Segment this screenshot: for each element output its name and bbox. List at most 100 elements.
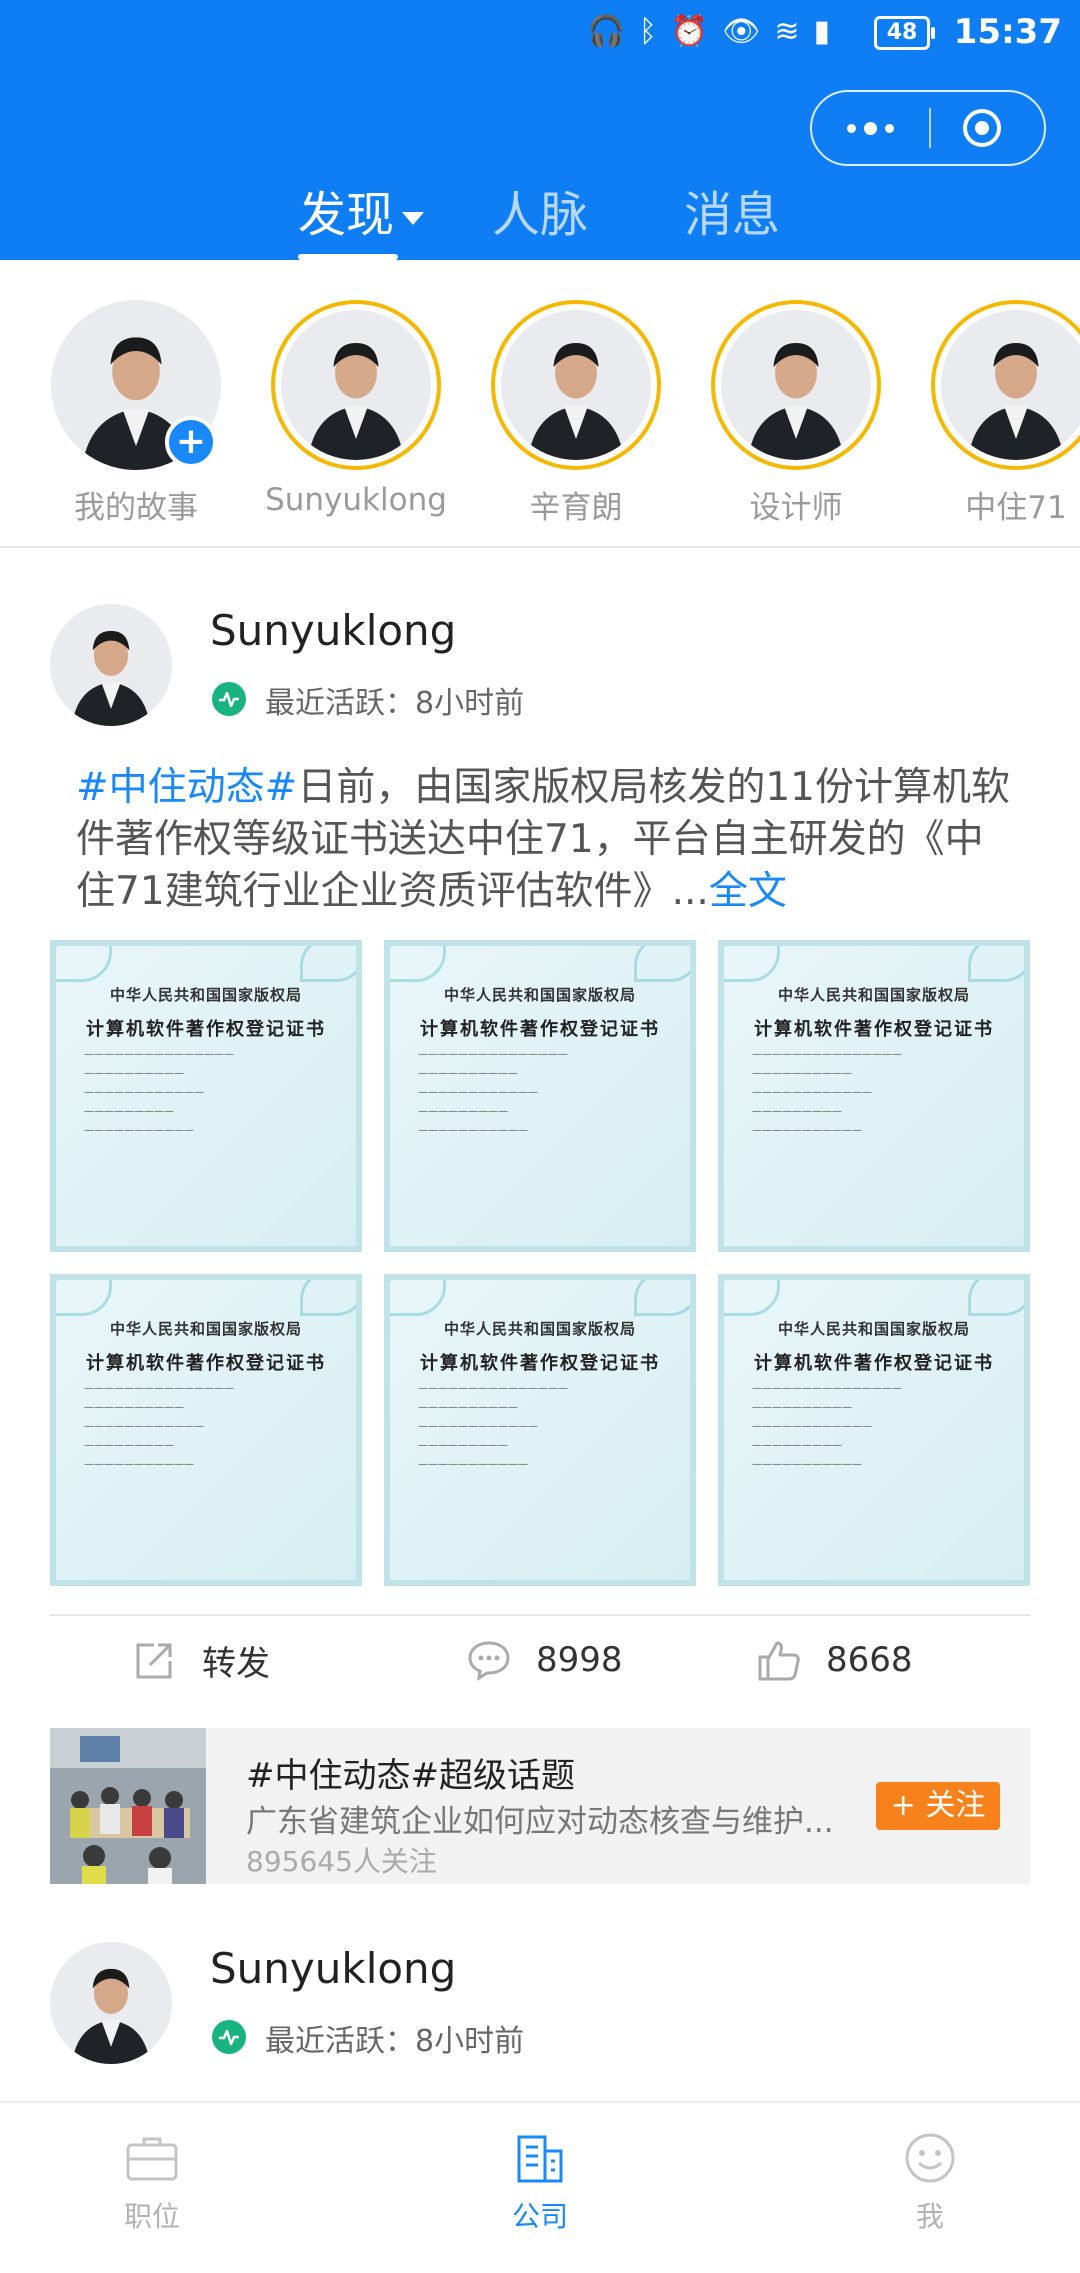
- alarm-icon: ⏰: [670, 14, 709, 49]
- story-item[interactable]: 中住71: [906, 300, 1080, 527]
- miniapp-capsule: [810, 90, 1046, 166]
- certificate-line: ———————————————: [752, 1049, 902, 1060]
- briefcase-icon: [126, 2137, 178, 2181]
- close-miniapp-icon[interactable]: [960, 106, 1004, 150]
- follow-button[interactable]: + 关注: [876, 1782, 1000, 1830]
- certificate-image[interactable]: 中华人民共和国国家版权局 计算机软件著作权登记证书 ——————————————…: [718, 940, 1030, 1252]
- tab-messages[interactable]: 消息: [684, 180, 780, 250]
- person-avatar-icon: [721, 310, 871, 460]
- certificate-title: 计算机软件著作权登记证书: [420, 1019, 660, 1040]
- avatar: [941, 310, 1080, 460]
- story-avatar: [271, 300, 441, 470]
- certificate-title: 计算机软件著作权登记证书: [86, 1019, 326, 1040]
- status-time: 15:37: [953, 12, 1062, 52]
- story-name: 中住71: [965, 490, 1067, 526]
- certificate-org: 中华人民共和国国家版权局: [777, 1320, 970, 1338]
- status-icons: 🎧 ᛒ ⏰ 👁 ≋ ▮: [588, 12, 830, 52]
- post-author[interactable]: Sunyuklong: [210, 1944, 456, 1993]
- tab-me[interactable]: 我: [850, 2129, 1010, 2235]
- story-avatar: [931, 300, 1080, 470]
- topic-followers: 895645人关注: [246, 1845, 437, 1878]
- certificate-line: ——————————: [418, 1402, 518, 1413]
- wifi-icon: ≋: [774, 14, 800, 49]
- app-header: 🎧 ᛒ ⏰ 👁 ≋ ▮ 48 15:37 发现 人脉 消息: [0, 0, 1080, 260]
- person-avatar-icon: [941, 310, 1080, 460]
- certificate-image[interactable]: 中华人民共和国国家版权局 计算机软件著作权登记证书 ——————————————…: [50, 1274, 362, 1586]
- tab-jobs[interactable]: 职位: [72, 2129, 232, 2235]
- post-author[interactable]: Sunyuklong: [210, 606, 456, 655]
- story-my-story[interactable]: + 我的故事: [26, 300, 246, 527]
- comment-icon: [468, 1641, 510, 1681]
- decorative-corner: [968, 1280, 1024, 1316]
- certificate-title: 计算机软件著作权登记证书: [420, 1353, 660, 1374]
- story-item[interactable]: 辛育朗: [466, 300, 686, 527]
- certificate-org: 中华人民共和国国家版权局: [443, 1320, 636, 1338]
- post-actions: 转发 8998 8668: [0, 1620, 1080, 1700]
- smiley-icon: [905, 2133, 955, 2183]
- certificate-line: —————————: [752, 1440, 842, 1451]
- stories-row: + 我的故事 Sunyuklong 辛育朗 设计师 中住71: [0, 260, 1080, 548]
- decorative-corner: [390, 946, 446, 982]
- certificate-title: 计算机软件著作权登记证书: [754, 1353, 994, 1374]
- certificate-line: ———————————————: [84, 1049, 234, 1060]
- topic-title: #中住动态#超级话题: [246, 1756, 575, 1796]
- like-button[interactable]: 8668: [756, 1620, 913, 1700]
- decorative-corner: [968, 946, 1024, 982]
- dot-icon: [846, 123, 856, 133]
- avatar: [501, 310, 651, 460]
- avatar[interactable]: [50, 604, 172, 726]
- headset-icon: 🎧: [587, 14, 625, 49]
- certificate-line: ———————————————: [418, 1383, 568, 1394]
- activity-pulse-icon: [212, 682, 246, 716]
- certificate-org: 中华人民共和国国家版权局: [109, 1320, 302, 1338]
- person-avatar-icon: [50, 604, 172, 726]
- certificate-line: ——————————: [752, 1402, 852, 1413]
- certificate-image[interactable]: 中华人民共和国国家版权局 计算机软件著作权登记证书 ——————————————…: [50, 940, 362, 1252]
- read-more-link[interactable]: 全文: [709, 869, 787, 914]
- avatar[interactable]: [50, 1942, 172, 2064]
- decorative-corner: [300, 946, 356, 982]
- story-name: 设计师: [749, 490, 843, 526]
- comment-count: 8998: [536, 1640, 623, 1680]
- certificate-line: ———————————: [752, 1125, 862, 1136]
- avatar: [721, 310, 871, 460]
- story-avatar: +: [51, 300, 221, 470]
- tab-discover[interactable]: 发现: [298, 180, 425, 250]
- certificate-line: ———————————: [418, 1459, 528, 1470]
- story-item[interactable]: Sunyuklong: [246, 300, 466, 518]
- person-avatar-icon: [50, 1942, 172, 2064]
- certificate-line: ——————————: [752, 1068, 852, 1079]
- certificate-line: ———————————————: [84, 1383, 234, 1394]
- like-count: 8668: [826, 1640, 913, 1680]
- certificate-line: —————————: [418, 1106, 508, 1117]
- tab-contacts[interactable]: 人脉: [492, 180, 588, 250]
- activity-pulse-icon: [212, 2020, 246, 2054]
- tab-company[interactable]: 公司: [460, 2129, 620, 2235]
- tab-me-label: 我: [915, 2200, 944, 2233]
- more-button[interactable]: [812, 92, 928, 164]
- repost-button[interactable]: 转发: [132, 1620, 270, 1700]
- certificate-line: ——————————: [84, 1068, 184, 1079]
- decorative-corner: [56, 946, 112, 982]
- topic-card[interactable]: #中住动态#超级话题 广东省建筑企业如何应对动态核查与维护... 895645人…: [50, 1728, 1030, 1884]
- comment-button[interactable]: 8998: [466, 1620, 623, 1700]
- certificate-image[interactable]: 中华人民共和国国家版权局 计算机软件著作权登记证书 ——————————————…: [718, 1274, 1030, 1586]
- certificate-image[interactable]: 中华人民共和国国家版权局 计算机软件著作权登记证书 ——————————————…: [384, 1274, 696, 1586]
- eye-icon: 👁: [722, 14, 761, 49]
- post-hashtag[interactable]: #中住动态#: [76, 765, 297, 810]
- story-item[interactable]: 设计师: [686, 300, 906, 527]
- story-avatar: [711, 300, 881, 470]
- certificate-org: 中华人民共和国国家版权局: [109, 986, 302, 1004]
- certificate-line: ———————————————: [418, 1049, 568, 1060]
- decorative-corner: [634, 1280, 690, 1316]
- certificate-image[interactable]: 中华人民共和国国家版权局 计算机软件著作权登记证书 ——————————————…: [384, 940, 696, 1252]
- certificate-line: ————————————: [418, 1421, 538, 1432]
- story-name: 我的故事: [74, 490, 198, 526]
- certificate-line: ————————————: [752, 1421, 872, 1432]
- signal-icon: ▮: [813, 14, 830, 49]
- tab-discover-label: 发现: [298, 187, 395, 243]
- tab-company-label: 公司: [511, 2200, 568, 2233]
- story-name: 辛育朗: [529, 490, 623, 526]
- add-story-icon: +: [165, 416, 217, 468]
- bottom-tab-bar: 职位 公司 我: [0, 2101, 1080, 2273]
